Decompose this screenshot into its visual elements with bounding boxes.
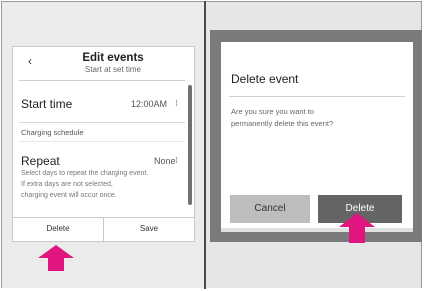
repeat-hint-line: If extra days are not selected, [21,181,113,188]
dialog-bottom-strip [221,228,413,232]
scrollbar[interactable] [188,85,192,205]
page-title: Edit events [82,52,144,64]
chevron-left-icon: ‹ [28,54,32,68]
row-divider [19,122,185,123]
save-button[interactable]: Save [104,224,194,233]
up-arrow-icon [38,245,74,271]
back-button[interactable]: ‹ [23,53,37,69]
more-options-icon[interactable]: ⁝ [175,155,178,166]
up-arrow-icon [339,213,375,243]
repeat-label: Repeat [21,154,60,168]
repeat-hint-line: Select days to repeat the charging event… [21,170,149,177]
delete-button[interactable]: Delete [13,224,103,233]
section-divider [19,141,185,142]
repeat-value: None [154,156,176,166]
dialog-title: Delete event [231,72,299,86]
dialog-message: Are you sure you want to permanently del… [231,106,371,130]
more-options-icon[interactable]: ⁝ [175,98,178,109]
dialog-message-line: Are you sure you want to [231,107,314,116]
header-divider [19,80,185,81]
edit-events-screen: ‹ Edit events Start at set time Start ti… [12,46,195,242]
delete-event-dialog: Delete event Are you sure you want to pe… [221,42,413,232]
dialog-divider [229,96,405,97]
start-time-value: 12:00AM [131,99,168,109]
start-time-label: Start time [21,97,73,111]
repeat-hint-line: charging event will occur once. [21,192,117,199]
action-bar: Delete Save [13,217,194,242]
dialog-message-line: permanently delete this event? [231,119,334,128]
cancel-button[interactable]: Cancel [230,195,310,223]
section-label: Charging schedule [21,128,84,137]
page-subtitle: Start at set time [84,65,142,74]
